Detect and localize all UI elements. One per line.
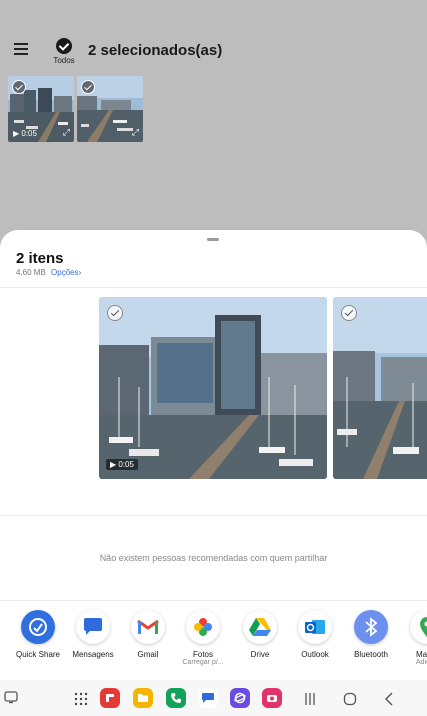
gmail-icon — [131, 610, 165, 644]
selected-check-icon[interactable] — [81, 80, 95, 94]
select-all-label: Todos — [53, 56, 75, 65]
preview-check-icon[interactable] — [107, 305, 123, 321]
home-icon[interactable] — [343, 692, 357, 711]
phone-icon[interactable] — [166, 688, 186, 708]
expand-icon[interactable]: ⤢ — [132, 127, 139, 138]
share-app-sublabel: Adicio — [416, 659, 427, 666]
taskbar-toggle-icon[interactable] — [4, 690, 18, 709]
total-size: 4,60 MB — [16, 268, 46, 277]
share-app-label: Drive — [250, 650, 270, 659]
divider — [0, 515, 427, 516]
share-app-label: Fotos — [192, 650, 213, 659]
quick-share-icon — [21, 610, 55, 644]
video-duration: ▶ 0:05 — [106, 459, 138, 470]
share-app-drive[interactable]: Drive — [230, 610, 290, 659]
maps-icon — [410, 610, 427, 644]
files-icon[interactable] — [133, 688, 153, 708]
preview-image — [333, 297, 427, 479]
gallery-thumbnail-1[interactable]: ▶ 0:05 ⤢ — [8, 76, 74, 142]
internet-icon[interactable] — [230, 688, 250, 708]
chevron-right-icon: › — [78, 268, 82, 277]
no-recommended-people-message: Não existem pessoas recomendadas com que… — [99, 553, 328, 563]
items-count-title: 2 itens — [16, 250, 64, 267]
share-app-bluetooth[interactable]: Bluetooth — [341, 610, 401, 659]
drive-icon — [243, 610, 277, 644]
camera-icon[interactable] — [262, 688, 282, 708]
share-app-label: Quick Share — [15, 650, 61, 659]
gallery-thumbnail-2[interactable]: ⤢ — [77, 76, 143, 142]
options-link[interactable]: Opções› — [51, 268, 81, 277]
select-all-check-icon — [56, 38, 72, 54]
share-sheet: 2 itens 4,60 MB Opções› ▶ 0:05 Não exist… — [0, 230, 427, 716]
preview-check-icon[interactable] — [341, 305, 357, 321]
sheet-drag-handle[interactable] — [207, 238, 219, 241]
expand-icon[interactable]: ⤢ — [63, 127, 70, 138]
share-app-messages[interactable]: Mensagens — [63, 610, 123, 659]
selection-count-title: 2 selecionados(as) — [88, 42, 223, 59]
size-row: 4,60 MB Opções› — [16, 268, 81, 277]
share-app-quick-share[interactable]: Quick Share — [8, 610, 68, 659]
share-app-label: Ma — [416, 650, 427, 659]
select-all-button[interactable]: Todos — [50, 38, 78, 65]
preview-image — [99, 297, 327, 479]
selection-header: Todos 2 selecionados(as) — [0, 0, 427, 72]
share-app-photos[interactable]: Fotos Carregar p/... — [173, 610, 233, 666]
photos-icon — [186, 610, 220, 644]
share-app-label: Gmail — [137, 650, 159, 659]
share-app-label: Bluetooth — [354, 650, 388, 659]
back-icon[interactable] — [384, 692, 394, 711]
app-drawer-icon[interactable] — [74, 692, 88, 711]
recent-apps-icon[interactable] — [304, 692, 316, 711]
video-duration: ▶ 0:05 — [13, 129, 37, 138]
share-preview-2[interactable] — [333, 297, 427, 479]
share-app-label: Mensagens — [72, 650, 114, 659]
selected-check-icon[interactable] — [12, 80, 26, 94]
messages-icon — [76, 610, 110, 644]
divider — [0, 600, 427, 601]
share-app-label: Outlook — [301, 650, 329, 659]
flipboard-icon[interactable] — [100, 688, 120, 708]
menu-icon[interactable] — [14, 43, 28, 55]
share-app-outlook[interactable]: Outlook — [285, 610, 345, 659]
share-app-gmail[interactable]: Gmail — [118, 610, 178, 659]
share-preview-1[interactable]: ▶ 0:05 — [99, 297, 327, 479]
bluetooth-icon — [354, 610, 388, 644]
share-app-sublabel: Carregar p/... — [182, 659, 224, 666]
divider — [0, 287, 427, 288]
messages-icon[interactable] — [198, 688, 218, 708]
share-app-maps[interactable]: Ma Adicio — [396, 610, 427, 666]
outlook-icon — [298, 610, 332, 644]
